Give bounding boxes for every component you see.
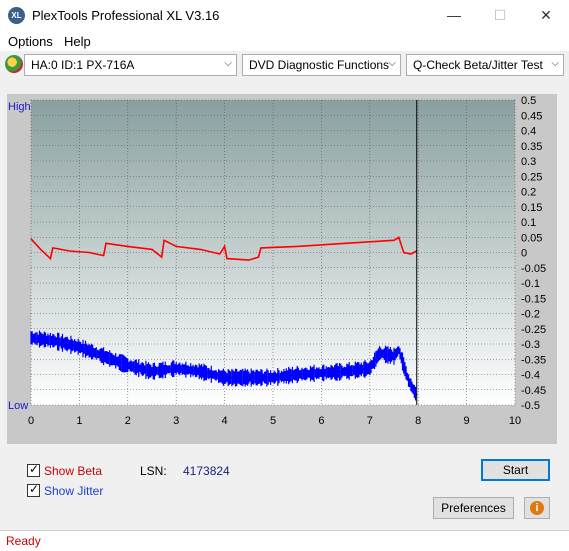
x-tick-label: 0 — [28, 415, 34, 427]
x-tick-label: 5 — [270, 415, 276, 427]
y-tick-label: 0.25 — [521, 171, 542, 183]
show-jitter-label[interactable]: Show Jitter — [44, 484, 103, 498]
y-tick-label: 0.1 — [521, 217, 536, 229]
checkmark-icon: ✓ — [29, 462, 40, 476]
test-select-value: Q-Check Beta/Jitter Test — [413, 58, 543, 72]
y-tick-label: -0.45 — [521, 385, 546, 397]
info-icon: i — [530, 501, 544, 515]
preferences-button-label: Preferences — [441, 501, 506, 515]
axis-low-label: Low — [8, 400, 28, 412]
axis-high-label: High — [8, 101, 31, 113]
show-beta-label[interactable]: Show Beta — [44, 464, 102, 478]
x-tick-label: 8 — [415, 415, 421, 427]
y-tick-label: 0.3 — [521, 156, 536, 168]
lsn-label: LSN: — [140, 464, 167, 478]
y-tick-label: 0.5 — [521, 95, 536, 107]
y-tick-label: 0.45 — [521, 110, 542, 122]
y-tick-label: 0.35 — [521, 141, 542, 153]
x-tick-label: 4 — [222, 415, 228, 427]
y-tick-label: -0.1 — [521, 278, 540, 290]
chevron-down-icon: ⌵ — [388, 58, 396, 69]
y-tick-label: 0.4 — [521, 126, 536, 138]
start-button-label: Start — [502, 463, 529, 477]
y-tick-label: -0.35 — [521, 354, 546, 366]
x-tick-label: 1 — [76, 415, 82, 427]
function-select[interactable]: DVD Diagnostic Functions ⌵ — [242, 54, 401, 76]
drive-select[interactable]: HA:0 ID:1 PX-716A ⌵ — [24, 54, 237, 76]
menu-help[interactable]: Help — [64, 34, 91, 49]
chevron-down-icon: ⌵ — [224, 58, 232, 69]
y-tick-label: -0.3 — [521, 339, 540, 351]
checkmark-icon: ✓ — [29, 482, 40, 496]
status-bar: Ready — [0, 530, 569, 551]
options-panel: ✓ Show Beta ✓ Show Jitter LSN: 4173824 S… — [7, 452, 557, 524]
x-tick-label: 7 — [367, 415, 373, 427]
menu-options[interactable]: Options — [8, 34, 53, 49]
y-tick-label: -0.4 — [521, 370, 540, 382]
minimize-button[interactable]: — — [431, 0, 477, 31]
window-title: PlexTools Professional XL V3.16 — [32, 8, 220, 23]
start-button[interactable]: Start — [481, 459, 550, 481]
show-beta-checkbox[interactable]: ✓ — [27, 462, 40, 477]
y-tick-label: 0.15 — [521, 202, 542, 214]
x-tick-label: 9 — [464, 415, 470, 427]
title-bar: XL PlexTools Professional XL V3.16 — ☐ ✕ — [0, 0, 569, 31]
lsn-value: 4173824 — [183, 464, 230, 478]
test-select[interactable]: Q-Check Beta/Jitter Test ⌵ — [406, 54, 564, 76]
y-tick-label: 0.2 — [521, 187, 536, 199]
x-tick-label: 2 — [125, 415, 131, 427]
y-tick-label: 0 — [521, 248, 527, 260]
function-select-value: DVD Diagnostic Functions — [249, 58, 390, 72]
drive-select-value: HA:0 ID:1 PX-716A — [31, 58, 135, 72]
app-logo-icon: XL — [8, 7, 25, 24]
y-tick-label: 0.05 — [521, 232, 542, 244]
x-tick-label: 6 — [318, 415, 324, 427]
drive-status-icon — [5, 55, 23, 73]
maximize-button[interactable]: ☐ — [477, 0, 523, 31]
preferences-button[interactable]: Preferences — [433, 497, 514, 519]
status-text: Ready — [6, 534, 41, 548]
chevron-down-icon: ⌵ — [551, 58, 559, 69]
chart-area: 0.5 0.45 0.4 0.35 0.3 0.25 0.2 0.15 0.1 0.05 0 -0.0… — [7, 94, 557, 444]
y-tick-label: -0.05 — [521, 263, 546, 275]
x-tick-label: 10 — [509, 415, 521, 427]
y-tick-label: -0.2 — [521, 309, 540, 321]
menu-bar: Options Help — [0, 31, 569, 51]
show-jitter-checkbox[interactable]: ✓ — [27, 482, 40, 497]
x-tick-label: 3 — [173, 415, 179, 427]
beta-jitter-chart: 0.5 0.45 0.4 0.35 0.3 0.25 0.2 0.15 0.1 0.05 0 -0.0… — [8, 95, 546, 427]
info-button[interactable]: i — [524, 497, 550, 519]
close-button[interactable]: ✕ — [523, 0, 569, 31]
y-tick-label: -0.15 — [521, 293, 546, 305]
y-tick-label: -0.5 — [521, 400, 540, 412]
y-tick-label: -0.25 — [521, 324, 546, 336]
